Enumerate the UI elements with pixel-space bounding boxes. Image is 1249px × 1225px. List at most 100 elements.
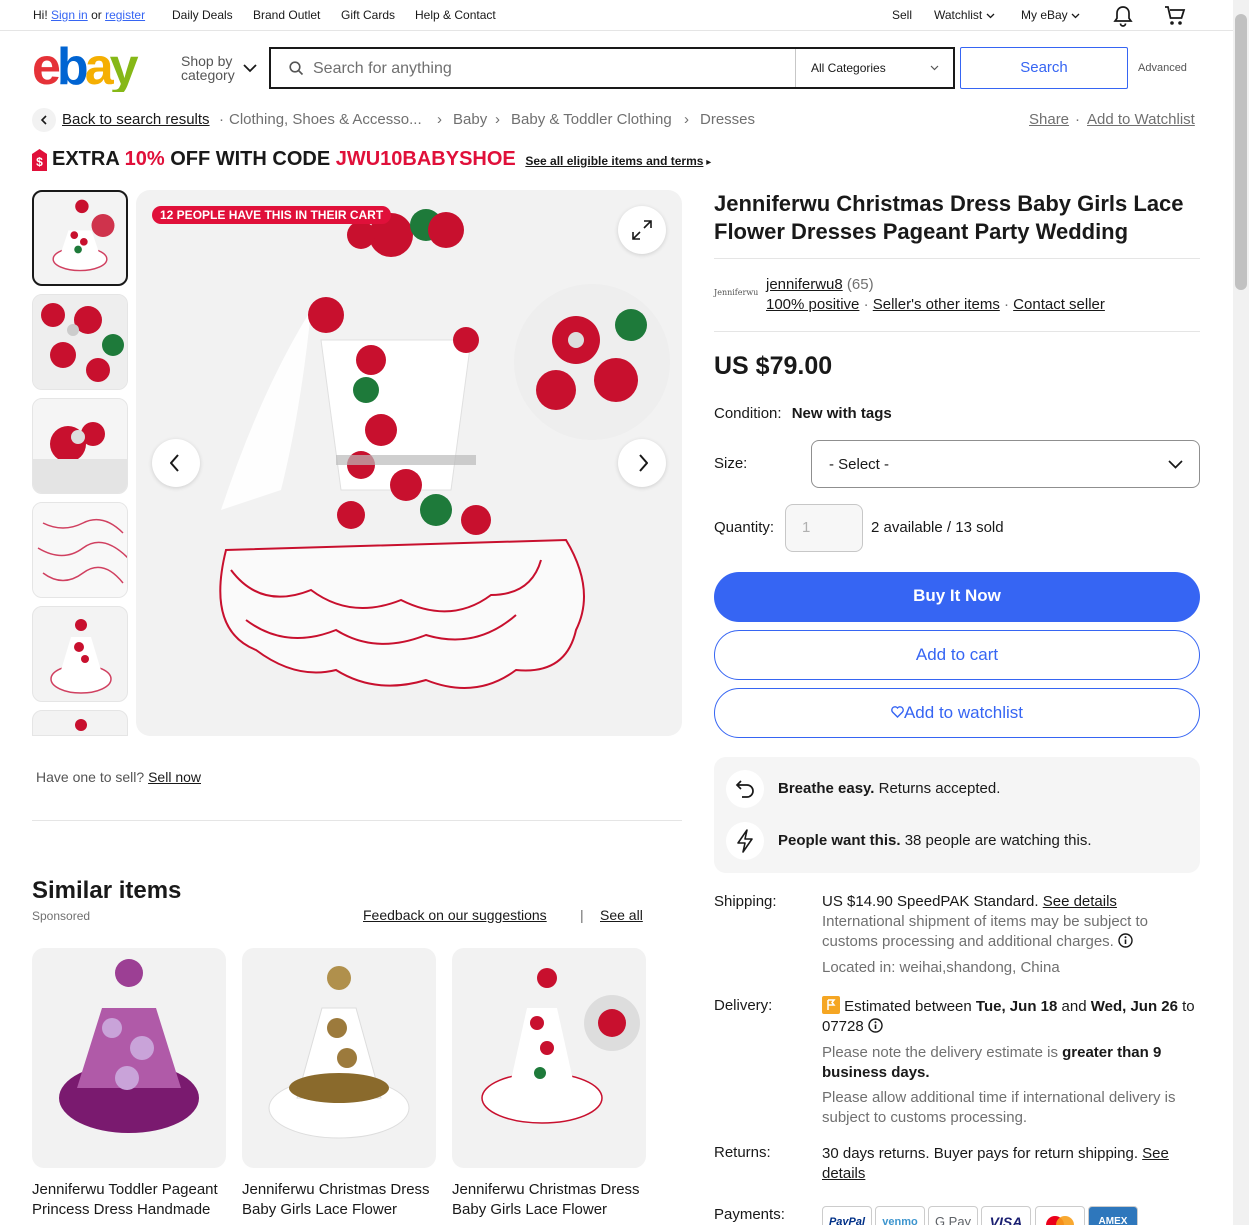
returns-label: Returns: bbox=[714, 1144, 771, 1161]
divider bbox=[714, 331, 1200, 332]
daily-deals-link[interactable]: Daily Deals bbox=[172, 8, 233, 22]
promo-banner: EXTRA 10% OFF WITH CODE JWU10BABYSHOE Se… bbox=[52, 148, 712, 170]
top-nav-bar: Hi! Sign in or register Daily Deals Bran… bbox=[0, 0, 1249, 31]
cart-icon[interactable] bbox=[1164, 5, 1186, 26]
add-to-cart-button[interactable]: Add to cart bbox=[714, 630, 1200, 680]
size-select[interactable]: - Select - bbox=[811, 440, 1200, 488]
mastercard-icon bbox=[1035, 1206, 1085, 1225]
chevron-down-icon bbox=[930, 65, 939, 71]
heart-icon bbox=[891, 706, 904, 718]
similar-item-card[interactable] bbox=[32, 948, 226, 1168]
scrollbar-thumb[interactable] bbox=[1235, 14, 1247, 290]
chevron-right-icon: › bbox=[437, 111, 442, 128]
chevron-right-icon: › bbox=[495, 111, 500, 128]
gallery-thumbnail[interactable] bbox=[32, 294, 128, 390]
positive-feedback-link[interactable]: 100% positive bbox=[766, 296, 859, 313]
category-select[interactable]: All Categories bbox=[795, 49, 953, 87]
svg-text:$: $ bbox=[36, 155, 43, 169]
gallery-thumbnail[interactable] bbox=[32, 710, 128, 736]
separator: | bbox=[580, 907, 584, 923]
ebay-logo[interactable]: ebay bbox=[32, 40, 152, 92]
price-tag-icon: $ bbox=[32, 149, 47, 171]
see-all-link[interactable]: See all bbox=[600, 907, 643, 923]
seller-info: jenniferwu8 (65) bbox=[766, 276, 874, 293]
search-icon bbox=[289, 61, 304, 76]
search-input[interactable]: Search for anything bbox=[313, 60, 452, 78]
item-price: US $79.00 bbox=[714, 352, 833, 380]
listing-title: Jenniferwu Christmas Dress Baby Girls La… bbox=[714, 191, 1184, 244]
add-to-watchlist-link[interactable]: Add to Watchlist bbox=[1087, 111, 1195, 128]
availability-text: 2 available / 13 sold bbox=[871, 519, 1004, 536]
my-ebay-menu[interactable]: My eBay bbox=[1021, 8, 1080, 22]
gallery-thumbnail[interactable] bbox=[32, 606, 128, 702]
seller-name-link[interactable]: jenniferwu8 bbox=[766, 276, 843, 293]
similar-item-title[interactable]: Jenniferwu Toddler Pageant Princess Dres… bbox=[32, 1180, 226, 1220]
back-to-results-link[interactable]: Back to search results bbox=[62, 111, 210, 128]
breadcrumb-item[interactable]: Dresses bbox=[700, 111, 755, 128]
shop-by-category-button[interactable]: Shop by category bbox=[181, 54, 257, 82]
breadcrumb-item[interactable]: Baby & Toddler Clothing bbox=[511, 111, 672, 128]
contact-seller-link[interactable]: Contact seller bbox=[1013, 296, 1105, 313]
chevron-down-icon bbox=[1168, 460, 1183, 469]
info-icon[interactable] bbox=[1118, 933, 1133, 948]
divider bbox=[32, 820, 682, 821]
promo-terms-link[interactable]: See all eligible items and terms bbox=[525, 154, 703, 168]
brand-outlet-link[interactable]: Brand Outlet bbox=[253, 8, 320, 22]
sell-now-link[interactable]: Sell now bbox=[148, 769, 201, 785]
watchlist-menu[interactable]: Watchlist bbox=[934, 8, 995, 22]
next-image-button[interactable] bbox=[618, 439, 666, 487]
seller-other-items-link[interactable]: Seller's other items bbox=[873, 296, 1000, 313]
gift-cards-link[interactable]: Gift Cards bbox=[341, 8, 395, 22]
watchers-message: People want this. 38 people are watching… bbox=[778, 832, 1092, 849]
shipping-see-details-link[interactable]: See details bbox=[1043, 893, 1117, 910]
register-link[interactable]: register bbox=[105, 8, 145, 22]
sponsored-label: Sponsored bbox=[32, 909, 91, 923]
gallery-thumbnail[interactable] bbox=[32, 502, 128, 598]
sell-link[interactable]: Sell bbox=[892, 8, 912, 22]
feedback-count: (65) bbox=[846, 276, 874, 293]
visa-icon: VISA bbox=[981, 1206, 1031, 1225]
size-label: Size: bbox=[714, 455, 748, 472]
help-contact-link[interactable]: Help & Contact bbox=[415, 8, 496, 22]
breadcrumb-separator: · bbox=[219, 111, 224, 128]
gallery-thumbnail[interactable] bbox=[32, 398, 128, 494]
advanced-search-link[interactable]: Advanced bbox=[1138, 62, 1187, 74]
main-product-image[interactable]: 12 PEOPLE HAVE THIS IN THEIR CART bbox=[136, 190, 682, 736]
fullscreen-button[interactable] bbox=[618, 206, 666, 254]
breadcrumb-item[interactable]: Clothing, Shoes & Accesso... bbox=[229, 111, 422, 128]
previous-image-button[interactable] bbox=[152, 439, 200, 487]
delivery-flag-icon bbox=[822, 996, 840, 1014]
similar-items-title: Similar items bbox=[32, 877, 182, 904]
chevron-down-icon bbox=[243, 64, 257, 73]
add-to-watchlist-button[interactable]: Add to watchlist bbox=[714, 688, 1200, 738]
buy-it-now-button[interactable]: Buy It Now bbox=[714, 572, 1200, 622]
info-icon[interactable] bbox=[868, 1018, 883, 1033]
sign-in-link[interactable]: Sign in bbox=[51, 8, 88, 22]
chevron-right-icon: › bbox=[684, 111, 689, 128]
similar-item-card[interactable] bbox=[452, 948, 646, 1168]
feedback-link[interactable]: Feedback on our suggestions bbox=[363, 907, 547, 923]
shipping-details: US $14.90 SpeedPAK Standard. See details… bbox=[822, 892, 1200, 978]
condition-value: New with tags bbox=[791, 405, 892, 422]
chevron-left-icon bbox=[40, 115, 47, 125]
sell-prompt: Have one to sell? Sell now bbox=[36, 769, 201, 785]
breadcrumb-separator: · bbox=[1075, 111, 1080, 128]
notification-bell-icon[interactable] bbox=[1113, 5, 1133, 27]
back-button[interactable] bbox=[32, 108, 56, 132]
payments-label: Payments: bbox=[714, 1206, 785, 1223]
similar-item-title[interactable]: Jenniferwu Christmas Dress Baby Girls La… bbox=[452, 1180, 646, 1220]
cart-count-badge: 12 PEOPLE HAVE THIS IN THEIR CART bbox=[152, 206, 392, 224]
chevron-down-icon bbox=[986, 13, 995, 19]
paypal-icon: PayPal bbox=[822, 1206, 872, 1225]
breadcrumb-item[interactable]: Baby bbox=[453, 111, 487, 128]
similar-item-card[interactable] bbox=[242, 948, 436, 1168]
condition-row: Condition: New with tags bbox=[714, 405, 892, 422]
similar-item-title[interactable]: Jenniferwu Christmas Dress Baby Girls La… bbox=[242, 1180, 436, 1220]
gallery-thumbnail[interactable] bbox=[32, 190, 128, 286]
share-link[interactable]: Share bbox=[1029, 111, 1069, 128]
quantity-input[interactable]: 1 bbox=[785, 504, 863, 552]
venmo-icon: venmo bbox=[875, 1206, 925, 1225]
returns-details: 30 days returns. Buyer pays for return s… bbox=[822, 1145, 1169, 1182]
expand-icon bbox=[632, 220, 652, 240]
search-button[interactable]: Search bbox=[960, 47, 1128, 89]
